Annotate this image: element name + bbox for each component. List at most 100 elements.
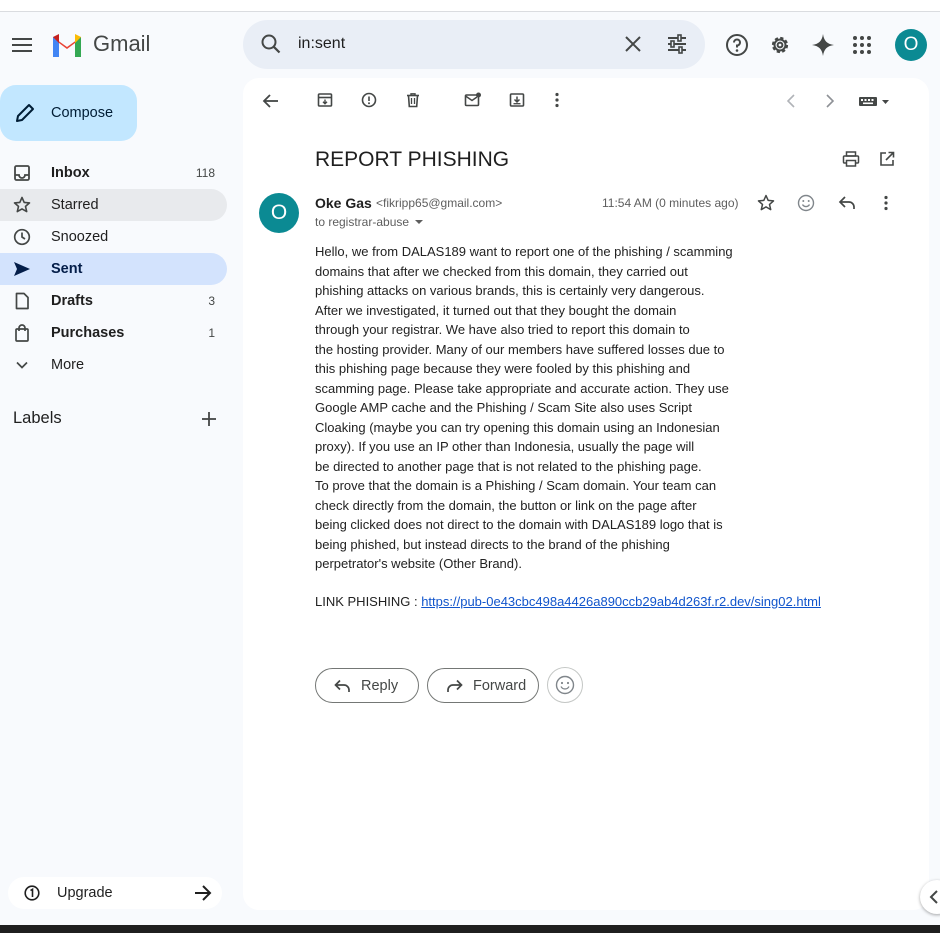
clear-search-icon[interactable] <box>623 34 643 54</box>
move-to-icon[interactable] <box>509 92 525 108</box>
draft-count: 3 <box>208 294 215 308</box>
gmail-logo[interactable]: Gmail <box>51 31 150 57</box>
report-spam-icon[interactable] <box>361 92 377 108</box>
upgrade-button[interactable]: Upgrade <box>8 877 222 909</box>
arrow-right-icon <box>195 885 212 901</box>
sidebar-item-snoozed[interactable]: Snoozed <box>0 221 227 253</box>
sender-name[interactable]: Oke Gas <box>315 195 372 211</box>
app-name: Gmail <box>93 31 151 56</box>
email-body-line: domains that after we checked from this … <box>315 263 688 279</box>
reply-button[interactable]: Reply <box>315 668 419 703</box>
search-bar[interactable] <box>243 20 705 69</box>
menu-icon <box>12 38 32 52</box>
gemini-sparkle-icon[interactable] <box>811 33 835 57</box>
emoji-react-icon[interactable] <box>797 194 815 212</box>
newer-chevron-left-icon[interactable] <box>787 94 795 108</box>
phishing-link-line: LINK PHISHING : https://pub-0e43cbc498a4… <box>315 594 821 609</box>
add-label-plus-icon[interactable] <box>200 410 218 428</box>
mark-unread-icon[interactable] <box>464 92 482 108</box>
clock-icon <box>13 228 31 246</box>
add-reaction-button[interactable] <box>547 667 583 703</box>
sidebar-item-purchases[interactable]: Purchases 1 <box>0 317 227 349</box>
email-timestamp: 11:54 AM (0 minutes ago) <box>602 196 739 210</box>
email-body-line: the hosting provider. Many of our member… <box>315 341 725 357</box>
email-body-line: scamming page. Please take appropriate a… <box>315 380 729 396</box>
email-body-line: through your registrar. We have also tri… <box>315 322 690 337</box>
reply-icon <box>334 679 350 692</box>
open-new-window-icon[interactable] <box>879 151 895 167</box>
upgrade-badge-icon <box>24 885 40 901</box>
upgrade-label: Upgrade <box>57 885 113 901</box>
apps-grid-icon[interactable] <box>852 35 872 55</box>
email-body-line: proxy). If you use an IP other than Indo… <box>315 439 695 454</box>
main-menu-button[interactable] <box>12 35 34 55</box>
forward-label: Forward <box>473 677 527 694</box>
link-prefix: LINK PHISHING : <box>315 594 422 609</box>
star-icon <box>13 196 31 213</box>
search-icon[interactable] <box>260 33 282 55</box>
browser-top-edge <box>0 0 940 12</box>
email-body-line: check directly from the domain, the butt… <box>315 497 697 513</box>
search-options-icon[interactable] <box>666 33 688 55</box>
gmail-m-icon <box>53 33 81 57</box>
email-body-line: After we investigated, it turned out tha… <box>315 302 677 318</box>
inbox-icon <box>14 165 30 181</box>
sidebar-item-label: Snoozed <box>51 229 109 245</box>
email-view: REPORT PHISHING O Oke Gas <fikripp65@gma… <box>243 78 929 910</box>
labels-heading: Labels <box>13 409 62 427</box>
email-body-line: To prove that the domain is a Phishing /… <box>315 478 717 493</box>
sidebar-item-label: Inbox <box>51 165 90 181</box>
email-body-line: being clicked does not direct to the dom… <box>315 517 723 532</box>
send-icon <box>14 262 30 276</box>
forward-icon <box>447 679 463 692</box>
phishing-url-link[interactable]: https://pub-0e43cbc498a4426a890ccb29ab4d… <box>421 594 821 609</box>
email-body-line: being phished, but instead directs to th… <box>315 536 670 552</box>
email-body-line: phishing attacks on various brands, this… <box>315 283 705 298</box>
email-body-line: Google AMP cache and the Phishing / Scam… <box>315 400 692 415</box>
settings-gear-icon[interactable] <box>768 33 792 57</box>
sidebar-item-sent[interactable]: Sent <box>0 253 227 285</box>
email-subject: REPORT PHISHING <box>315 148 510 171</box>
recipient-label: to registrar-abuse <box>315 215 410 229</box>
star-message-icon[interactable] <box>757 194 775 212</box>
recipient-details[interactable]: to registrar-abuse <box>315 215 425 229</box>
draft-file-icon <box>15 292 29 310</box>
message-more-vertical-icon[interactable] <box>882 195 890 211</box>
archive-icon[interactable] <box>317 92 333 108</box>
help-icon[interactable] <box>725 33 749 57</box>
sidebar-item-drafts[interactable]: Drafts 3 <box>0 285 227 317</box>
chevron-left-icon <box>929 890 938 904</box>
email-body-line: Cloaking (maybe you can try opening this… <box>315 419 720 435</box>
email-body-line: be directed to another page that is not … <box>315 458 702 474</box>
search-input[interactable] <box>298 32 598 56</box>
more-vertical-icon[interactable] <box>553 92 561 108</box>
older-chevron-right-icon[interactable] <box>826 94 834 108</box>
sidebar-item-starred[interactable]: Starred <box>0 189 227 221</box>
sender-avatar[interactable]: O <box>259 193 299 233</box>
email-body-line: this phishing page because they were foo… <box>315 361 691 376</box>
purchase-count: 1 <box>208 326 215 340</box>
reply-arrow-icon[interactable] <box>838 195 856 211</box>
email-body-line: Hello, we from DALAS189 want to report o… <box>315 244 733 259</box>
chevron-down-icon <box>16 361 28 369</box>
shopping-bag-icon <box>15 324 29 342</box>
sidebar-item-label: Drafts <box>51 293 93 309</box>
sender-email: <fikripp65@gmail.com> <box>376 196 503 210</box>
email-body: Hello, we from DALAS189 want to report o… <box>315 242 755 574</box>
sidebar-item-inbox[interactable]: Inbox 118 <box>0 157 227 189</box>
print-icon[interactable] <box>842 151 860 167</box>
sidebar-item-more[interactable]: More <box>0 349 227 381</box>
smiley-icon <box>555 675 575 695</box>
side-panel-toggle-button[interactable] <box>920 880 940 914</box>
back-arrow-icon[interactable] <box>261 93 279 109</box>
caret-down-icon <box>415 220 424 224</box>
sidebar-item-label: More <box>51 357 85 373</box>
forward-button[interactable]: Forward <box>427 668 539 703</box>
delete-trash-icon[interactable] <box>405 92 421 108</box>
input-tools-keyboard-icon[interactable] <box>858 95 892 107</box>
account-avatar[interactable]: O <box>895 29 927 61</box>
pencil-icon <box>16 104 34 122</box>
sidebar-item-label: Starred <box>51 197 99 213</box>
sidebar-item-label: Purchases <box>51 325 125 341</box>
compose-button[interactable]: Compose <box>0 85 137 141</box>
